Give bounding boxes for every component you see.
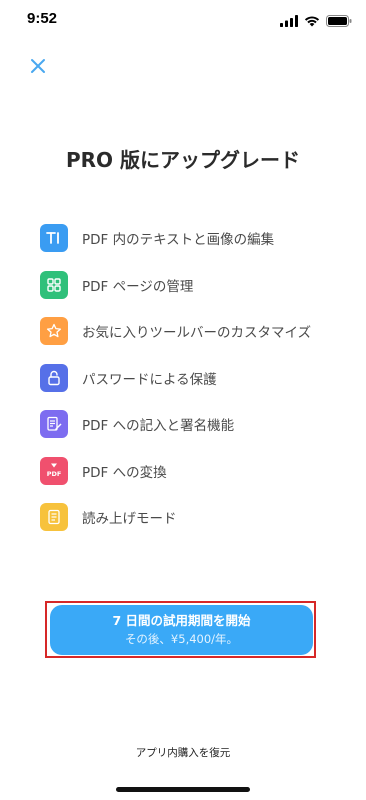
feature-item-password-protect: パスワードによる保護 [40,363,350,392]
pen-document-icon [40,410,68,438]
lock-icon [40,363,68,392]
cellular-signal-icon [280,12,298,31]
feature-item-fill-sign: PDF への記入と署名機能 [40,410,350,438]
feature-item-pdf-convert: PDF PDF への変換 [40,456,350,485]
restore-purchases-link[interactable]: アプリ内購入を復元 [0,745,366,760]
start-trial-label: 7 日間の試用期間を開始 [112,613,251,628]
pdf-convert-icon: PDF [40,456,68,485]
feature-list: PDF 内のテキストと画像の編集 PDF ページの管理 お気に入りツールバーのカ… [40,224,350,550]
status-bar: 9:52 [0,0,366,40]
status-icons [280,12,352,31]
svg-text:PDF: PDF [47,470,62,478]
feature-label: お気に入りツールバーのカスタマイズ [82,325,312,341]
grid-pages-icon [40,270,68,299]
feature-label: PDF への変換 [82,464,167,481]
upgrade-screen: 9:52 PRO 版にアップグレード PDF 内のテキストと画像の編集 PDF … [0,0,366,800]
feature-item-text-edit: PDF 内のテキストと画像の編集 [40,224,350,252]
read-aloud-icon [40,503,68,531]
feature-label: 読み上げモード [82,511,177,527]
feature-item-page-management: PDF ページの管理 [40,270,350,299]
price-label: その後、¥5,400/年。 [124,632,239,646]
feature-label: PDF への記入と署名機能 [82,418,235,434]
page-title: PRO 版にアップグレード [65,148,301,172]
star-icon [40,317,68,345]
start-trial-button[interactable]: 7 日間の試用期間を開始 その後、¥5,400/年。 [50,605,313,655]
feature-item-toolbar-customize: お気に入りツールバーのカスタマイズ [40,317,350,345]
text-edit-icon [40,224,68,252]
feature-label: PDF 内のテキストと画像の編集 [82,232,275,248]
close-button[interactable] [28,56,48,76]
feature-label: PDF ページの管理 [82,278,194,295]
wifi-icon [304,12,320,31]
feature-label: パスワードによる保護 [82,371,217,388]
feature-item-read-aloud: 読み上げモード [40,503,350,531]
status-time: 9:52 [27,10,58,27]
home-indicator [116,787,250,792]
battery-icon [326,12,352,31]
close-icon [31,59,45,73]
